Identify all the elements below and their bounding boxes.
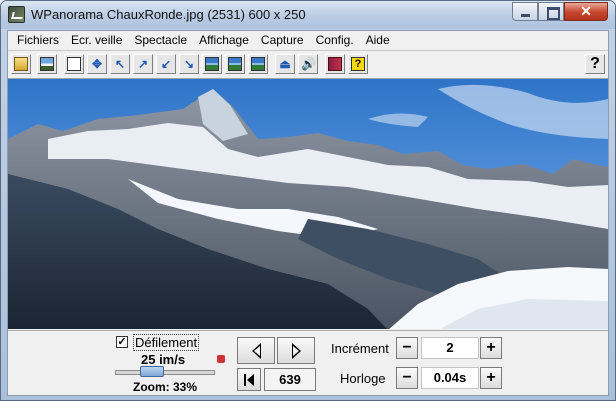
speed-readout: 25 im/s	[141, 352, 186, 367]
speed-indicator-icon	[217, 355, 225, 363]
open-folder-icon	[14, 57, 28, 71]
clock-plus-button[interactable]: +	[480, 367, 502, 389]
scroll-label[interactable]: Défilement	[133, 334, 200, 351]
panorama-bar-3-icon	[251, 57, 265, 71]
panorama-bar-2-button[interactable]	[225, 54, 245, 74]
increment-minus-button[interactable]: −	[396, 337, 418, 359]
arrow-down-left-icon: ↙	[160, 57, 172, 71]
previous-button[interactable]	[237, 337, 275, 364]
speaker-icon: 🔊	[301, 57, 316, 71]
book-button[interactable]	[325, 54, 345, 74]
panorama-bar-2-icon	[228, 57, 242, 71]
window-title: WPanorama ChauxRonde.jpg (2531) 600 x 25…	[31, 7, 306, 22]
increment-plus-button[interactable]: +	[480, 337, 502, 359]
menu-capture[interactable]: Capture	[255, 31, 310, 49]
move-icon: ✥	[91, 57, 103, 71]
sound-button[interactable]: 🔊	[298, 54, 318, 74]
close-button[interactable]: ✕	[564, 2, 608, 21]
arrow-up-right-icon: ↗	[137, 57, 149, 71]
title-bar[interactable]: WPanorama ChauxRonde.jpg (2531) 600 x 25…	[1, 1, 615, 29]
panorama-bar-3-button[interactable]	[248, 54, 268, 74]
arrow-up-left-icon: ↖	[114, 57, 126, 71]
book-icon	[328, 57, 342, 71]
increment-value[interactable]: 2	[421, 337, 479, 359]
frame-counter: 639	[264, 368, 316, 391]
main-window: WPanorama ChauxRonde.jpg (2531) 600 x 25…	[0, 0, 616, 401]
arrow-down-right-icon: ↘	[183, 57, 195, 71]
center-button[interactable]: ⏏	[275, 54, 295, 74]
control-panel: ✓ Défilement 25 im/s Zoom: 33% 639 Incré…	[8, 330, 608, 395]
app-icon[interactable]	[8, 6, 25, 23]
clock-label: Horloge	[340, 371, 386, 386]
close-icon: ✕	[580, 3, 592, 19]
increment-label: Incrément	[331, 341, 389, 356]
panorama-bar-1-button[interactable]	[202, 54, 222, 74]
clock-minus-button[interactable]: −	[396, 367, 418, 389]
menu-ecr-veille[interactable]: Ecr. veille	[65, 31, 128, 49]
triangle-right-icon	[291, 342, 301, 359]
client-area: Fichiers Ecr. veille Spectacle Affichage…	[7, 30, 609, 396]
panorama-bar-1-icon	[205, 57, 219, 71]
move-button[interactable]: ✥	[87, 54, 107, 74]
minimize-button[interactable]	[512, 2, 538, 21]
menu-affichage[interactable]: Affichage	[193, 31, 255, 49]
arrow-down-right-button[interactable]: ↘	[179, 54, 199, 74]
open-folder-button[interactable]	[11, 54, 31, 74]
help-book-icon: ?	[351, 57, 365, 71]
center-icon: ⏏	[279, 57, 291, 71]
panorama-viewport[interactable]	[8, 78, 608, 329]
menu-config[interactable]: Config.	[310, 31, 360, 49]
menu-bar: Fichiers Ecr. veille Spectacle Affichage…	[8, 31, 608, 49]
panorama-button[interactable]	[37, 54, 57, 74]
help-button[interactable]: ?	[585, 54, 605, 74]
toolbar: ✥ ↖ ↗ ↙ ↘ ⏏ 🔊 ? ?	[8, 50, 608, 77]
maximize-button[interactable]	[538, 2, 564, 21]
zoom-slider-thumb[interactable]	[140, 366, 164, 377]
first-bar-icon	[244, 373, 246, 386]
first-triangle-icon	[247, 373, 254, 386]
clock-value[interactable]: 0.04s	[421, 367, 479, 389]
first-frame-button[interactable]	[237, 368, 261, 391]
arrow-up-right-button[interactable]: ↗	[133, 54, 153, 74]
page-button[interactable]	[64, 54, 84, 74]
help-book-button[interactable]: ?	[348, 54, 368, 74]
panorama-icon	[40, 57, 54, 71]
menu-fichiers[interactable]: Fichiers	[11, 31, 65, 49]
zoom-readout: Zoom: 33%	[133, 380, 198, 394]
window-controls: ✕	[512, 2, 608, 21]
page-icon	[67, 57, 81, 71]
arrow-up-left-button[interactable]: ↖	[110, 54, 130, 74]
zoom-slider[interactable]	[115, 366, 215, 377]
next-button[interactable]	[277, 337, 315, 364]
mountain-panorama-image[interactable]	[8, 79, 608, 329]
menu-aide[interactable]: Aide	[360, 31, 396, 49]
arrow-down-left-button[interactable]: ↙	[156, 54, 176, 74]
triangle-left-icon	[251, 342, 261, 359]
menu-spectacle[interactable]: Spectacle	[128, 31, 193, 49]
scroll-checkbox[interactable]: ✓	[116, 336, 128, 348]
